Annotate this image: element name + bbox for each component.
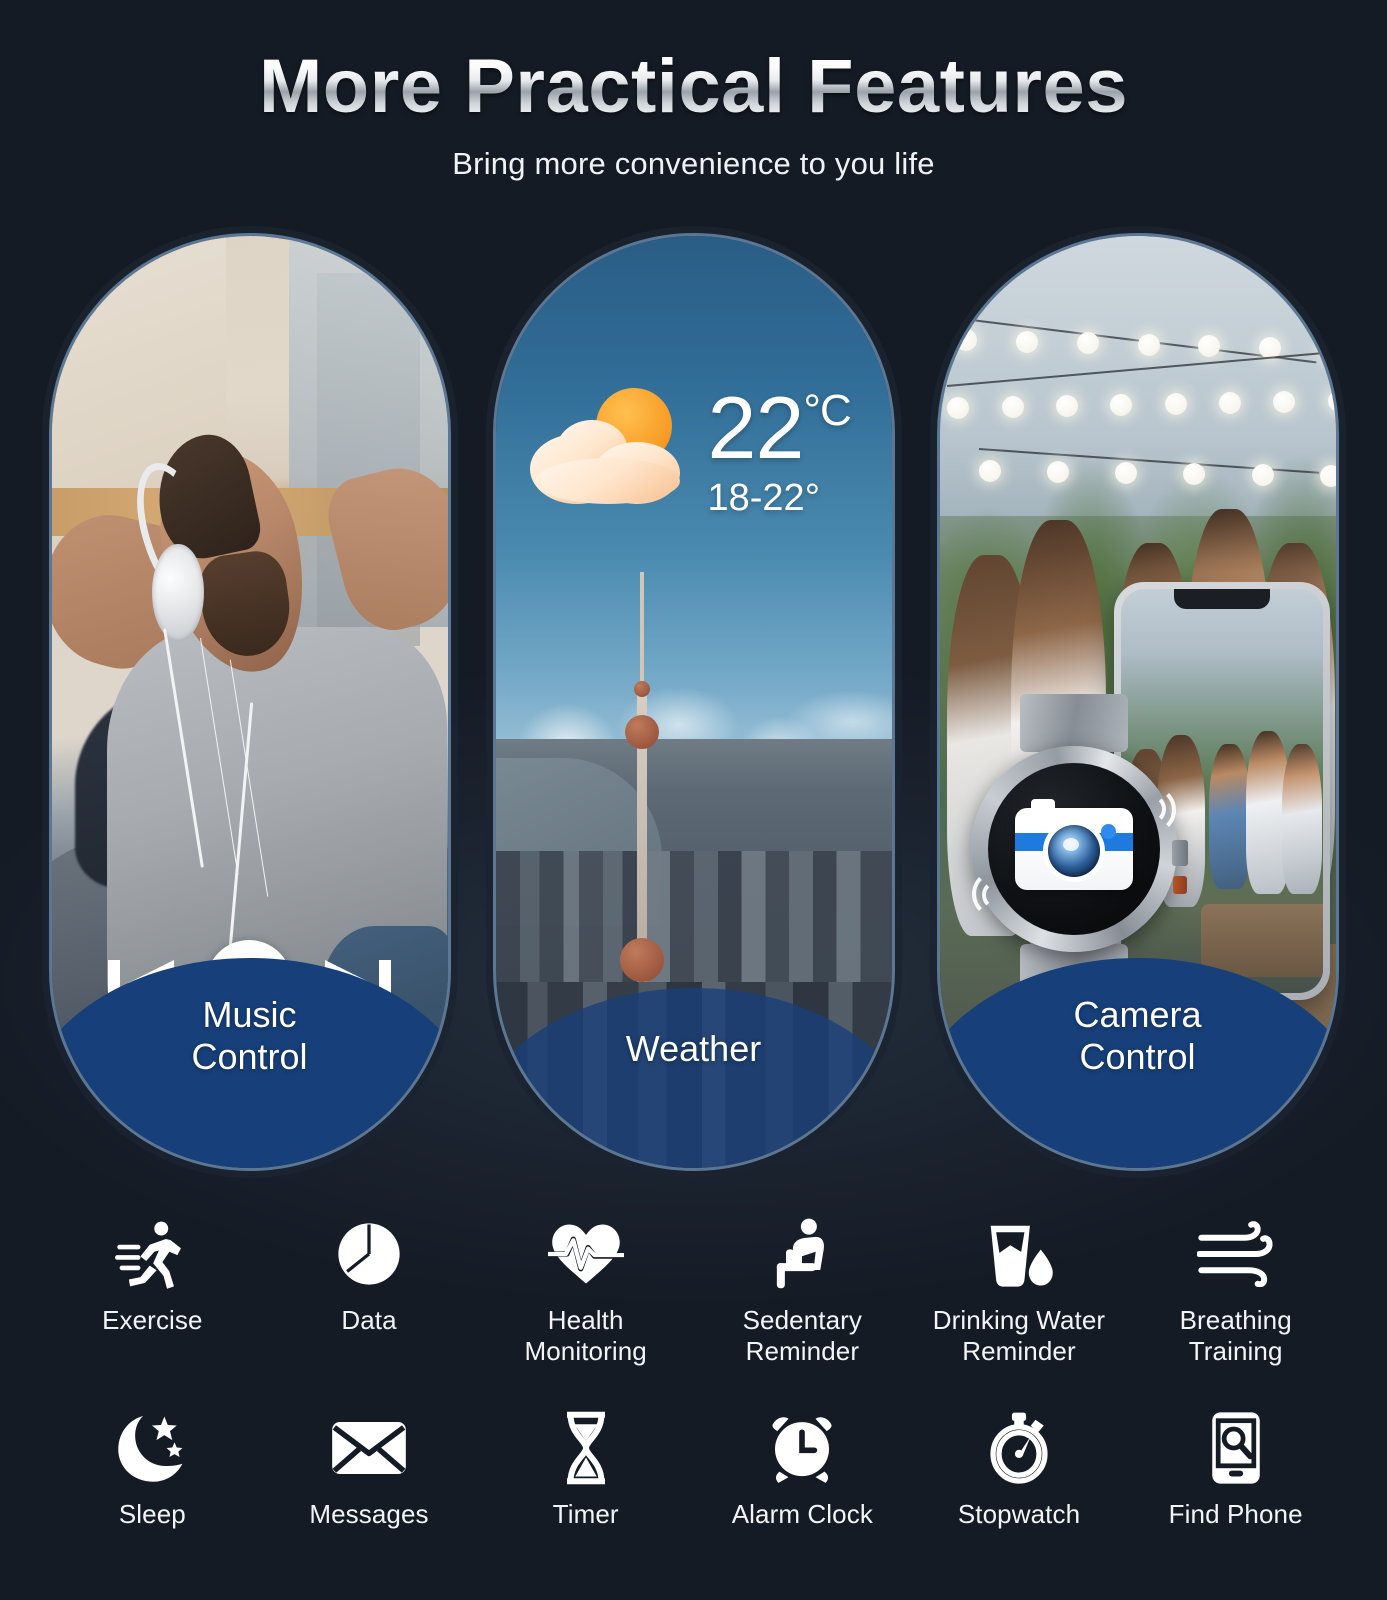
pause-button[interactable] bbox=[206, 940, 293, 1026]
feature-water-glass-droplet[interactable]: Drinking Water Reminder bbox=[911, 1215, 1128, 1367]
feature-hourglass[interactable]: Timer bbox=[477, 1409, 694, 1530]
feature-card-row: Music Control 22 °C 18-22° Weather Camer… bbox=[0, 233, 1387, 1173]
feature-running-person[interactable]: Exercise bbox=[44, 1215, 261, 1367]
smartwatch bbox=[966, 694, 1188, 1010]
sun-behind-cloud-icon bbox=[529, 386, 686, 506]
phone-search-icon bbox=[1193, 1409, 1279, 1487]
feature-label: Sleep bbox=[118, 1499, 186, 1530]
card-music-control[interactable]: Music Control bbox=[48, 233, 451, 1171]
seated-person-icon bbox=[759, 1215, 845, 1293]
music-card-photo bbox=[51, 236, 448, 1168]
feature-heart-pulse[interactable]: Health Monitoring bbox=[477, 1215, 694, 1367]
water-glass-droplet-icon bbox=[976, 1215, 1062, 1293]
previous-track-button[interactable] bbox=[104, 953, 178, 1013]
feature-label: Timer bbox=[552, 1499, 619, 1530]
feature-seated-person[interactable]: Sedentary Reminder bbox=[694, 1215, 911, 1367]
weather-readout: 22 °C 18-22° bbox=[529, 378, 852, 519]
next-track-button[interactable] bbox=[321, 953, 395, 1013]
feature-label: Stopwatch bbox=[957, 1499, 1081, 1530]
page-header: More Practical Features Bring more conve… bbox=[0, 0, 1387, 182]
feature-phone-search[interactable]: Find Phone bbox=[1127, 1409, 1344, 1530]
card-camera-control[interactable]: Camera Control bbox=[936, 233, 1339, 1171]
page-subtitle: Bring more convenience to you life bbox=[452, 146, 935, 182]
feature-label: Messages bbox=[309, 1499, 429, 1530]
feature-label: Alarm Clock bbox=[731, 1499, 873, 1530]
feature-envelope[interactable]: Messages bbox=[261, 1409, 478, 1530]
feature-label: Sedentary Reminder bbox=[742, 1305, 863, 1367]
weather-temperature: 22 bbox=[707, 378, 805, 477]
weather-range: 18-22° bbox=[707, 476, 820, 519]
running-person-icon bbox=[109, 1215, 195, 1293]
page-title: More Practical Features bbox=[0, 45, 1387, 128]
feature-label: Drinking Water Reminder bbox=[932, 1305, 1106, 1367]
alarm-clock-icon bbox=[759, 1409, 845, 1487]
envelope-icon bbox=[326, 1409, 412, 1487]
heart-pulse-icon bbox=[543, 1215, 629, 1293]
weather-unit: °C bbox=[803, 386, 851, 435]
feature-crescent-moon-stars[interactable]: Sleep bbox=[44, 1409, 261, 1530]
hourglass-icon bbox=[543, 1409, 629, 1487]
card-weather[interactable]: 22 °C 18-22° Weather bbox=[492, 233, 895, 1171]
feature-label: Exercise bbox=[102, 1305, 203, 1335]
wind-icon bbox=[1193, 1215, 1279, 1293]
feature-icon-grid: Exercise Data Health Monitoring Sedentar… bbox=[44, 1215, 1344, 1531]
feature-pie-chart[interactable]: Data bbox=[261, 1215, 478, 1367]
music-transport-controls bbox=[52, 940, 448, 1026]
feature-label: Data bbox=[341, 1305, 397, 1335]
weather-card-photo bbox=[495, 236, 892, 1168]
feature-label: Health Monitoring bbox=[524, 1305, 647, 1367]
camera-icon bbox=[1014, 799, 1133, 890]
pie-chart-icon bbox=[326, 1215, 412, 1293]
feature-label: Find Phone bbox=[1168, 1499, 1303, 1530]
crescent-moon-stars-icon bbox=[109, 1409, 195, 1487]
feature-stopwatch[interactable]: Stopwatch bbox=[911, 1409, 1128, 1530]
feature-alarm-clock[interactable]: Alarm Clock bbox=[694, 1409, 911, 1530]
stopwatch-icon bbox=[976, 1409, 1062, 1487]
feature-wind[interactable]: Breathing Training bbox=[1127, 1215, 1344, 1367]
feature-label: Breathing Training bbox=[1179, 1305, 1292, 1367]
